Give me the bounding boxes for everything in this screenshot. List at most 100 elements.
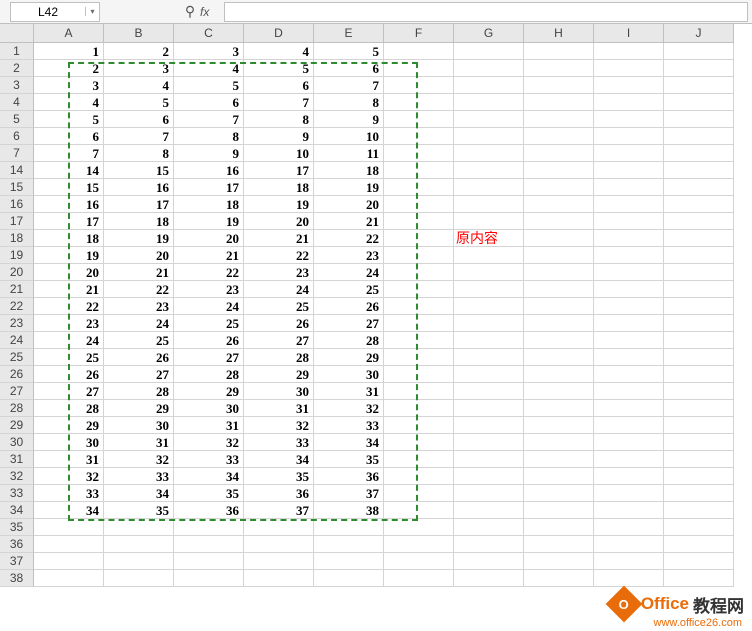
cell-I3[interactable] (594, 77, 664, 94)
cell-I4[interactable] (594, 94, 664, 111)
cell-C35[interactable] (174, 519, 244, 536)
cell-E34[interactable]: 38 (314, 502, 384, 519)
cell-E38[interactable] (314, 570, 384, 587)
row-header-24[interactable]: 24 (0, 332, 34, 349)
cell-I28[interactable] (594, 400, 664, 417)
cell-C25[interactable]: 27 (174, 349, 244, 366)
cell-J35[interactable] (664, 519, 734, 536)
row-header-37[interactable]: 37 (0, 553, 34, 570)
row-header-31[interactable]: 31 (0, 451, 34, 468)
cell-E28[interactable]: 32 (314, 400, 384, 417)
cell-H17[interactable] (524, 213, 594, 230)
cell-G36[interactable] (454, 536, 524, 553)
cell-J26[interactable] (664, 366, 734, 383)
cell-E36[interactable] (314, 536, 384, 553)
cell-D1[interactable]: 4 (244, 43, 314, 60)
cell-B18[interactable]: 19 (104, 230, 174, 247)
cell-A37[interactable] (34, 553, 104, 570)
cell-I16[interactable] (594, 196, 664, 213)
cell-B29[interactable]: 30 (104, 417, 174, 434)
row-header-22[interactable]: 22 (0, 298, 34, 315)
cell-I15[interactable] (594, 179, 664, 196)
cell-B30[interactable]: 31 (104, 434, 174, 451)
cell-I1[interactable] (594, 43, 664, 60)
cell-E16[interactable]: 20 (314, 196, 384, 213)
cell-B34[interactable]: 35 (104, 502, 174, 519)
cell-D2[interactable]: 5 (244, 60, 314, 77)
cell-A4[interactable]: 4 (34, 94, 104, 111)
cell-H31[interactable] (524, 451, 594, 468)
cell-I22[interactable] (594, 298, 664, 315)
cell-I6[interactable] (594, 128, 664, 145)
cell-A6[interactable]: 6 (34, 128, 104, 145)
cell-G14[interactable] (454, 162, 524, 179)
cell-J32[interactable] (664, 468, 734, 485)
cell-G18[interactable]: 原内容 (454, 230, 524, 247)
fx-icon[interactable]: fx (200, 5, 224, 19)
cell-B20[interactable]: 21 (104, 264, 174, 281)
row-header-2[interactable]: 2 (0, 60, 34, 77)
cell-C27[interactable]: 29 (174, 383, 244, 400)
cell-C30[interactable]: 32 (174, 434, 244, 451)
cell-D26[interactable]: 29 (244, 366, 314, 383)
cell-F5[interactable] (384, 111, 454, 128)
cell-J24[interactable] (664, 332, 734, 349)
cell-G35[interactable] (454, 519, 524, 536)
row-header-26[interactable]: 26 (0, 366, 34, 383)
cell-E21[interactable]: 25 (314, 281, 384, 298)
cell-D19[interactable]: 22 (244, 247, 314, 264)
row-header-33[interactable]: 33 (0, 485, 34, 502)
cell-B35[interactable] (104, 519, 174, 536)
cell-I32[interactable] (594, 468, 664, 485)
cell-F22[interactable] (384, 298, 454, 315)
cell-F3[interactable] (384, 77, 454, 94)
cell-A38[interactable] (34, 570, 104, 587)
cell-G33[interactable] (454, 485, 524, 502)
cell-H16[interactable] (524, 196, 594, 213)
cell-H15[interactable] (524, 179, 594, 196)
cell-I5[interactable] (594, 111, 664, 128)
cell-F27[interactable] (384, 383, 454, 400)
col-header-D[interactable]: D (244, 24, 314, 43)
cell-H4[interactable] (524, 94, 594, 111)
cell-J34[interactable] (664, 502, 734, 519)
cell-I2[interactable] (594, 60, 664, 77)
cell-J22[interactable] (664, 298, 734, 315)
cell-C6[interactable]: 8 (174, 128, 244, 145)
row-header-21[interactable]: 21 (0, 281, 34, 298)
cell-C23[interactable]: 25 (174, 315, 244, 332)
cell-I33[interactable] (594, 485, 664, 502)
cell-H1[interactable] (524, 43, 594, 60)
cell-C26[interactable]: 28 (174, 366, 244, 383)
cell-C14[interactable]: 16 (174, 162, 244, 179)
cell-F18[interactable] (384, 230, 454, 247)
cell-I21[interactable] (594, 281, 664, 298)
cell-D36[interactable] (244, 536, 314, 553)
cell-D14[interactable]: 17 (244, 162, 314, 179)
cell-F23[interactable] (384, 315, 454, 332)
name-box-dropdown-icon[interactable]: ▾ (85, 7, 99, 16)
cell-B14[interactable]: 15 (104, 162, 174, 179)
cell-J16[interactable] (664, 196, 734, 213)
cell-I37[interactable] (594, 553, 664, 570)
row-header-16[interactable]: 16 (0, 196, 34, 213)
col-header-J[interactable]: J (664, 24, 734, 43)
cell-G26[interactable] (454, 366, 524, 383)
cell-A25[interactable]: 25 (34, 349, 104, 366)
row-header-28[interactable]: 28 (0, 400, 34, 417)
cell-C36[interactable] (174, 536, 244, 553)
cell-D30[interactable]: 33 (244, 434, 314, 451)
cell-D34[interactable]: 37 (244, 502, 314, 519)
cell-D4[interactable]: 7 (244, 94, 314, 111)
cell-E32[interactable]: 36 (314, 468, 384, 485)
cell-A31[interactable]: 31 (34, 451, 104, 468)
cell-F28[interactable] (384, 400, 454, 417)
cell-D3[interactable]: 6 (244, 77, 314, 94)
cell-H3[interactable] (524, 77, 594, 94)
cell-D37[interactable] (244, 553, 314, 570)
row-header-5[interactable]: 5 (0, 111, 34, 128)
cell-J36[interactable] (664, 536, 734, 553)
cell-I38[interactable] (594, 570, 664, 587)
cell-J7[interactable] (664, 145, 734, 162)
cell-D22[interactable]: 25 (244, 298, 314, 315)
